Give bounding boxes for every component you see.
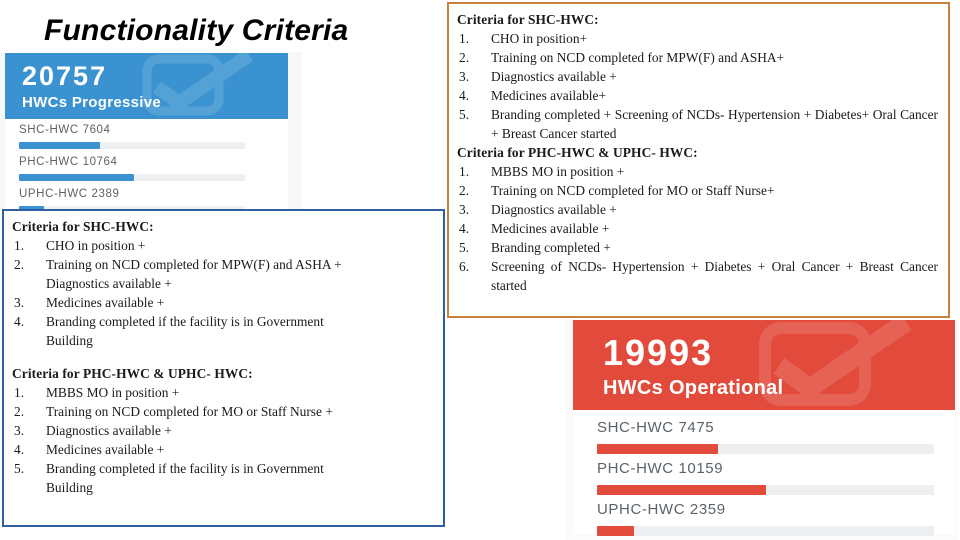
page-title: Functionality Criteria xyxy=(44,14,349,47)
criteria-heading: Criteria for SHC-HWC: xyxy=(12,219,154,234)
list-item-number: 5. xyxy=(14,461,25,477)
hwcs-progressive-widget: 20757 HWCs Progressive SHC-HWC 7604 PHC-… xyxy=(0,52,302,213)
list-item-text: Diagnostics available + xyxy=(491,69,617,85)
metric-label: UPHC-HWC 2389 xyxy=(19,188,120,200)
list-item-text: CHO in position + xyxy=(46,238,146,254)
list-item: 5. Branding completed + xyxy=(457,238,938,257)
list-item-number: 3. xyxy=(14,295,25,311)
list-item-number: 4. xyxy=(14,314,25,330)
list-item-text: Training on NCD completed for MPW(F) and… xyxy=(46,257,342,273)
list-item-number: 4. xyxy=(459,88,470,104)
criteria-list-phc-uphc: 1. MBBS MO in position + 2. Training on … xyxy=(12,383,433,497)
list-item: 3. Diagnostics available + xyxy=(457,200,938,219)
criteria-heading: Criteria for PHC-HWC & UPHC- HWC: xyxy=(12,366,253,382)
list-item-number: 2. xyxy=(14,404,25,420)
list-item-number: 2. xyxy=(459,183,470,199)
metric-progress-fill xyxy=(597,485,766,495)
metric-progress-bar xyxy=(19,142,245,149)
metric-label: SHC-HWC 7475 xyxy=(597,419,715,436)
list-item: 4. Medicines available + xyxy=(457,219,938,238)
list-item-text: Medicines available + xyxy=(491,221,610,237)
list-item-number: 2. xyxy=(459,50,470,66)
list-item-number: 3. xyxy=(459,69,470,85)
list-item-number: 1. xyxy=(459,31,470,47)
metric-progress-fill xyxy=(19,142,101,149)
criteria-list-phc-uphc: 1. MBBS MO in position + 2. Training on … xyxy=(457,162,938,295)
metric-progress-bar xyxy=(597,444,934,454)
list-item-text: Branding completed if the facility is in… xyxy=(46,461,324,477)
list-item-text-continued: Diagnostics available + xyxy=(46,276,172,292)
widget-count: 20757 xyxy=(22,61,108,91)
list-item-number: 4. xyxy=(459,221,470,237)
metric-label: PHC-HWC 10764 xyxy=(19,156,118,168)
list-item: 3. Medicines available + xyxy=(12,293,433,312)
metric-progress-bar xyxy=(597,485,934,495)
metric-progress-bar xyxy=(597,526,934,536)
list-item-text: Medicines available+ xyxy=(491,88,607,104)
list-item-number: 3. xyxy=(459,202,470,218)
widget-subtitle: HWCs Operational xyxy=(603,377,784,399)
metric-progress-bar xyxy=(19,174,245,181)
list-item-number: 3. xyxy=(14,423,25,439)
list-item: 2. Training on NCD completed for MO or S… xyxy=(12,402,433,421)
list-item-text: Branding completed + Screening of NCDs- … xyxy=(491,107,938,142)
widget-header-banner: 20757 HWCs Progressive xyxy=(5,53,288,119)
criteria-box-right: Criteria for SHC-HWC: 1. CHO in position… xyxy=(447,2,950,318)
list-item-text: MBBS MO in position + xyxy=(491,164,625,180)
list-item-text: Medicines available + xyxy=(46,295,165,311)
criteria-heading: Criteria for SHC-HWC: xyxy=(457,12,599,27)
list-item-text: Branding completed if the facility is in… xyxy=(46,314,324,330)
list-item: 1. CHO in position + xyxy=(12,236,433,255)
list-item: 5. Branding completed if the facility is… xyxy=(12,459,433,497)
metric-progress-fill xyxy=(597,444,719,454)
list-item: 6. Screening of NCDs- Hypertension + Dia… xyxy=(457,257,938,295)
list-item: 2. Training on NCD completed for MPW(F) … xyxy=(12,255,433,293)
list-item: 3. Diagnostics available + xyxy=(457,67,938,86)
widget-header-banner: 19993 HWCs Operational xyxy=(573,320,955,410)
metric-progress-fill xyxy=(597,526,635,536)
list-item-text: Training on NCD completed for MO or Staf… xyxy=(491,183,775,199)
widget-subtitle: HWCs Progressive xyxy=(22,94,162,111)
list-item-number: 1. xyxy=(459,164,470,180)
list-item-text: Diagnostics available + xyxy=(491,202,617,218)
list-item-text: Branding completed + xyxy=(491,240,611,256)
list-item-number: 6. xyxy=(459,259,470,275)
hwcs-operational-widget: 19993 HWCs Operational SHC-HWC 7475 PHC-… xyxy=(565,318,957,540)
metric-label: PHC-HWC 10159 xyxy=(597,460,724,477)
list-item: 1. MBBS MO in position + xyxy=(457,162,938,181)
widget-count: 19993 xyxy=(603,332,714,373)
list-item: 1. MBBS MO in position + xyxy=(12,383,433,402)
list-item-number: 2. xyxy=(14,257,25,273)
list-item: 2. Training on NCD completed for MPW(F) … xyxy=(457,48,938,67)
list-item: 2. Training on NCD completed for MO or S… xyxy=(457,181,938,200)
list-item-number: 1. xyxy=(14,385,25,401)
list-item-text: Training on NCD completed for MPW(F) and… xyxy=(491,50,785,66)
list-item-number: 5. xyxy=(459,240,470,256)
list-item: 4. Medicines available + xyxy=(12,440,433,459)
criteria-list-shc: 1. CHO in position + 2. Training on NCD … xyxy=(12,236,433,350)
list-item-text: MBBS MO in position + xyxy=(46,385,180,401)
list-item: 4. Medicines available+ xyxy=(457,86,938,105)
list-item: 3. Diagnostics available + xyxy=(12,421,433,440)
list-item-text-continued: Building xyxy=(46,333,93,349)
list-item-text: CHO in position+ xyxy=(491,31,588,47)
metric-label: UPHC-HWC 2359 xyxy=(597,501,726,518)
list-item-text: Screening of NCDs- Hypertension + Diabet… xyxy=(491,259,938,294)
metric-label: SHC-HWC 7604 xyxy=(19,124,111,136)
criteria-box-left: Criteria for SHC-HWC: 1. CHO in position… xyxy=(2,209,445,527)
list-item: 4. Branding completed if the facility is… xyxy=(12,312,433,350)
list-item: 5. Branding completed + Screening of NCD… xyxy=(457,105,938,143)
list-item-text-continued: Building xyxy=(46,480,93,496)
list-item-number: 4. xyxy=(14,442,25,458)
list-item: 1. CHO in position+ xyxy=(457,29,938,48)
list-item-text: Diagnostics available + xyxy=(46,423,172,439)
metric-progress-fill xyxy=(19,174,135,181)
list-item-number: 5. xyxy=(459,107,470,123)
list-item-text: Medicines available + xyxy=(46,442,165,458)
criteria-list-shc: 1. CHO in position+ 2. Training on NCD c… xyxy=(457,29,938,143)
list-item-text: Training on NCD completed for MO or Staf… xyxy=(46,404,333,420)
criteria-heading: Criteria for PHC-HWC & UPHC- HWC: xyxy=(457,145,698,161)
list-item-number: 1. xyxy=(14,238,25,254)
